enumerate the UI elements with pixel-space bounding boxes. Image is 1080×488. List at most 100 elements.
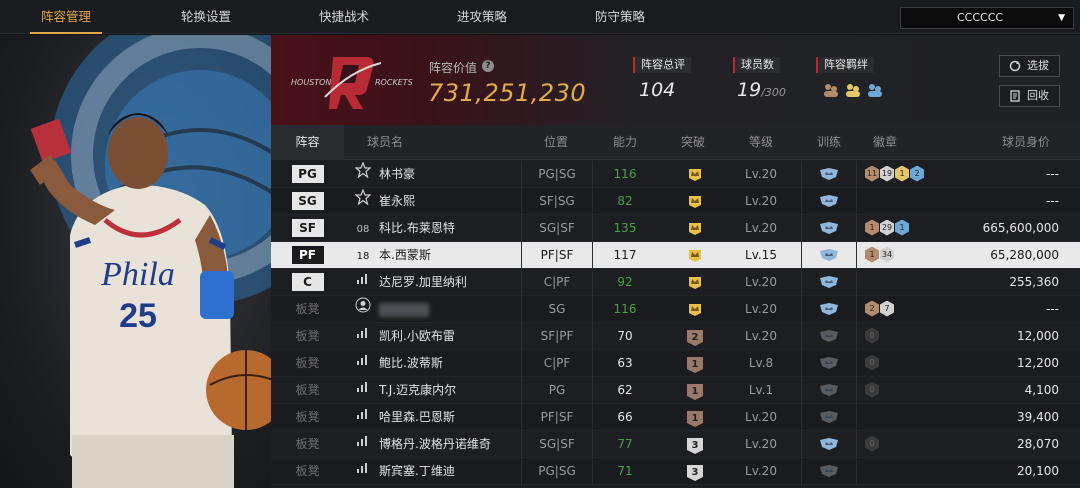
player-name[interactable]: 本.西蒙斯 <box>379 248 431 262</box>
tab-defense-strategy[interactable]: 防守策略 <box>584 0 656 34</box>
training-icon[interactable] <box>819 383 839 397</box>
table-row[interactable]: 板凳 鲍比.波蒂斯 C|PF 63 1 Lv.8 0 12,200 <box>271 350 1080 377</box>
player-tag-cell: 08 <box>353 215 373 242</box>
table-row[interactable]: SG 崔永熙 SF|SG 82 Lv.20 --- <box>271 188 1080 215</box>
star-icon <box>354 161 372 179</box>
player-name[interactable]: 科比.布莱恩特 <box>379 221 455 235</box>
training-icon[interactable] <box>819 194 839 208</box>
player-tag-cell: 18 <box>353 242 373 269</box>
signal-bars-icon <box>357 355 367 365</box>
tab-lineup-management[interactable]: 阵容管理 <box>30 0 102 34</box>
table-row[interactable]: PG 林书豪 PG|SG 116 Lv.20 11 19 1 2 --- <box>271 161 1080 188</box>
badge-chip[interactable]: 34 <box>880 246 894 263</box>
training-icon[interactable] <box>819 167 839 181</box>
training-icon[interactable] <box>819 464 839 478</box>
jersey-number-tag: 08 <box>356 224 370 235</box>
table-row[interactable]: 板凳 凯利.小欧布雷 SF|PF 70 2 Lv.20 0 12,000 <box>271 323 1080 350</box>
badge-chip[interactable]: 2 <box>865 300 879 317</box>
breakthrough-cell[interactable] <box>671 215 719 242</box>
help-icon[interactable]: ? <box>482 60 494 72</box>
badge-chip[interactable]: 0 <box>865 327 879 344</box>
player-position: SG <box>521 296 593 323</box>
player-value: --- <box>1046 167 1059 181</box>
position-slot[interactable]: C <box>291 273 324 291</box>
position-slot[interactable]: SG <box>291 192 324 210</box>
breakthrough-cell[interactable]: 3 <box>671 458 719 485</box>
player-name[interactable]: 博格丹.波格丹诺维奇 <box>379 437 491 451</box>
training-icon[interactable] <box>819 437 839 451</box>
training-icon[interactable] <box>819 356 839 370</box>
player-tag-cell <box>353 188 373 215</box>
badge-chip[interactable]: 2 <box>910 165 924 182</box>
player-name[interactable]: 达尼罗.加里纳利 <box>379 275 467 289</box>
bench-label: 板凳 <box>295 302 320 316</box>
player-ability: 135 <box>613 221 637 235</box>
player-name[interactable]: 哈里森.巴恩斯 <box>379 410 455 424</box>
training-icon[interactable] <box>819 329 839 343</box>
badge-chip[interactable]: 0 <box>865 381 879 398</box>
breakthrough-cell[interactable] <box>671 296 719 323</box>
breakthrough-cell[interactable] <box>671 269 719 296</box>
table-row[interactable]: 板凳 SG 116 Lv.20 27 --- <box>271 296 1080 323</box>
player-value: 65,280,000 <box>990 248 1059 262</box>
training-icon[interactable] <box>819 275 839 289</box>
breakthrough-tier: 3 <box>687 438 703 454</box>
position-slot[interactable]: PG <box>291 165 324 183</box>
badge-chip[interactable]: 11 <box>865 165 879 182</box>
badge-chip[interactable]: 7 <box>880 300 894 317</box>
breakthrough-cell[interactable] <box>671 161 719 188</box>
recycle-button-label: 回收 <box>1027 89 1049 102</box>
badge-chip[interactable]: 1 <box>895 165 909 182</box>
table-row[interactable]: 板凳 哈里森.巴恩斯 PF|SF 66 1 Lv.20 39,400 <box>271 404 1080 431</box>
badge-chip[interactable]: 0 <box>865 435 879 452</box>
recycle-button[interactable]: 回收 <box>999 85 1060 107</box>
player-tag-cell <box>353 350 373 377</box>
player-name[interactable]: 鲍比.波蒂斯 <box>379 356 443 370</box>
breakthrough-cell[interactable] <box>671 188 719 215</box>
player-level: Lv.15 <box>745 248 777 262</box>
table-row[interactable]: 板凳 斯宾塞.丁维迪 PG|SG 71 3 Lv.20 20,100 <box>271 458 1080 485</box>
breakthrough-cell[interactable]: 1 <box>671 350 719 377</box>
tab-rotation-settings[interactable]: 轮换设置 <box>170 0 242 34</box>
training-icon[interactable] <box>819 302 839 316</box>
breakthrough-cell[interactable] <box>671 242 719 269</box>
table-row[interactable]: 板凳 T.J.迈克康内尔 PG 62 1 Lv.1 0 4,100 <box>271 377 1080 404</box>
badge-chip[interactable]: 1 <box>895 219 909 236</box>
badge-chip[interactable]: 1 <box>865 219 879 236</box>
player-name[interactable]: 凯利.小欧布雷 <box>379 329 455 343</box>
training-icon[interactable] <box>819 248 839 262</box>
player-position: C|PF <box>521 350 593 377</box>
badge-chip[interactable]: 0 <box>865 354 879 371</box>
player-name[interactable]: 崔永熙 <box>379 194 415 208</box>
player-name[interactable]: T.J.迈克康内尔 <box>379 383 456 397</box>
badge-chip[interactable]: 19 <box>880 165 894 182</box>
player-position: PG|SG <box>521 458 593 485</box>
player-level: Lv.8 <box>748 356 774 370</box>
tab-offense-strategy[interactable]: 进攻策略 <box>446 0 518 34</box>
breakthrough-cell[interactable]: 1 <box>671 377 719 404</box>
breakthrough-cell[interactable]: 1 <box>671 404 719 431</box>
tab-quick-tactics[interactable]: 快捷战术 <box>308 0 380 34</box>
training-icon[interactable] <box>819 410 839 424</box>
table-row[interactable]: PF 18 本.西蒙斯 PF|SF 117 Lv.15 1 34 65,280,0… <box>271 242 1080 269</box>
table-row[interactable]: 板凳 博格丹.波格丹诺维奇 SG|SF 77 3 Lv.20 0 28,070 <box>271 431 1080 458</box>
breakthrough-cell[interactable]: 2 <box>671 323 719 350</box>
player-name[interactable]: 林书豪 <box>379 167 415 181</box>
signal-bars-icon <box>357 382 367 392</box>
player-ability: 70 <box>617 329 633 343</box>
table-row[interactable]: SF 08 科比.布莱恩特 SG|SF 135 Lv.20 1 29 1 665,6… <box>271 215 1080 242</box>
team-select-dropdown[interactable]: CCCCCC ▼ <box>900 7 1074 29</box>
select-button[interactable]: 选拔 <box>999 55 1060 77</box>
breakthrough-cell[interactable]: 3 <box>671 431 719 458</box>
player-name-cell: 哈里森.巴恩斯 <box>379 404 519 431</box>
breakthrough-tier: 3 <box>687 465 703 481</box>
badge-chip[interactable]: 29 <box>880 219 894 236</box>
training-icon[interactable] <box>819 221 839 235</box>
position-slot[interactable]: SF <box>291 219 324 237</box>
player-position: SG|SF <box>521 215 593 242</box>
chemistry-icons[interactable] <box>822 81 892 99</box>
position-slot[interactable]: PF <box>291 246 324 264</box>
badge-chip[interactable]: 1 <box>865 246 879 263</box>
player-name[interactable]: 斯宾塞.丁维迪 <box>379 464 455 478</box>
table-row[interactable]: C 达尼罗.加里纳利 C|PF 92 Lv.20 255,360 <box>271 269 1080 296</box>
